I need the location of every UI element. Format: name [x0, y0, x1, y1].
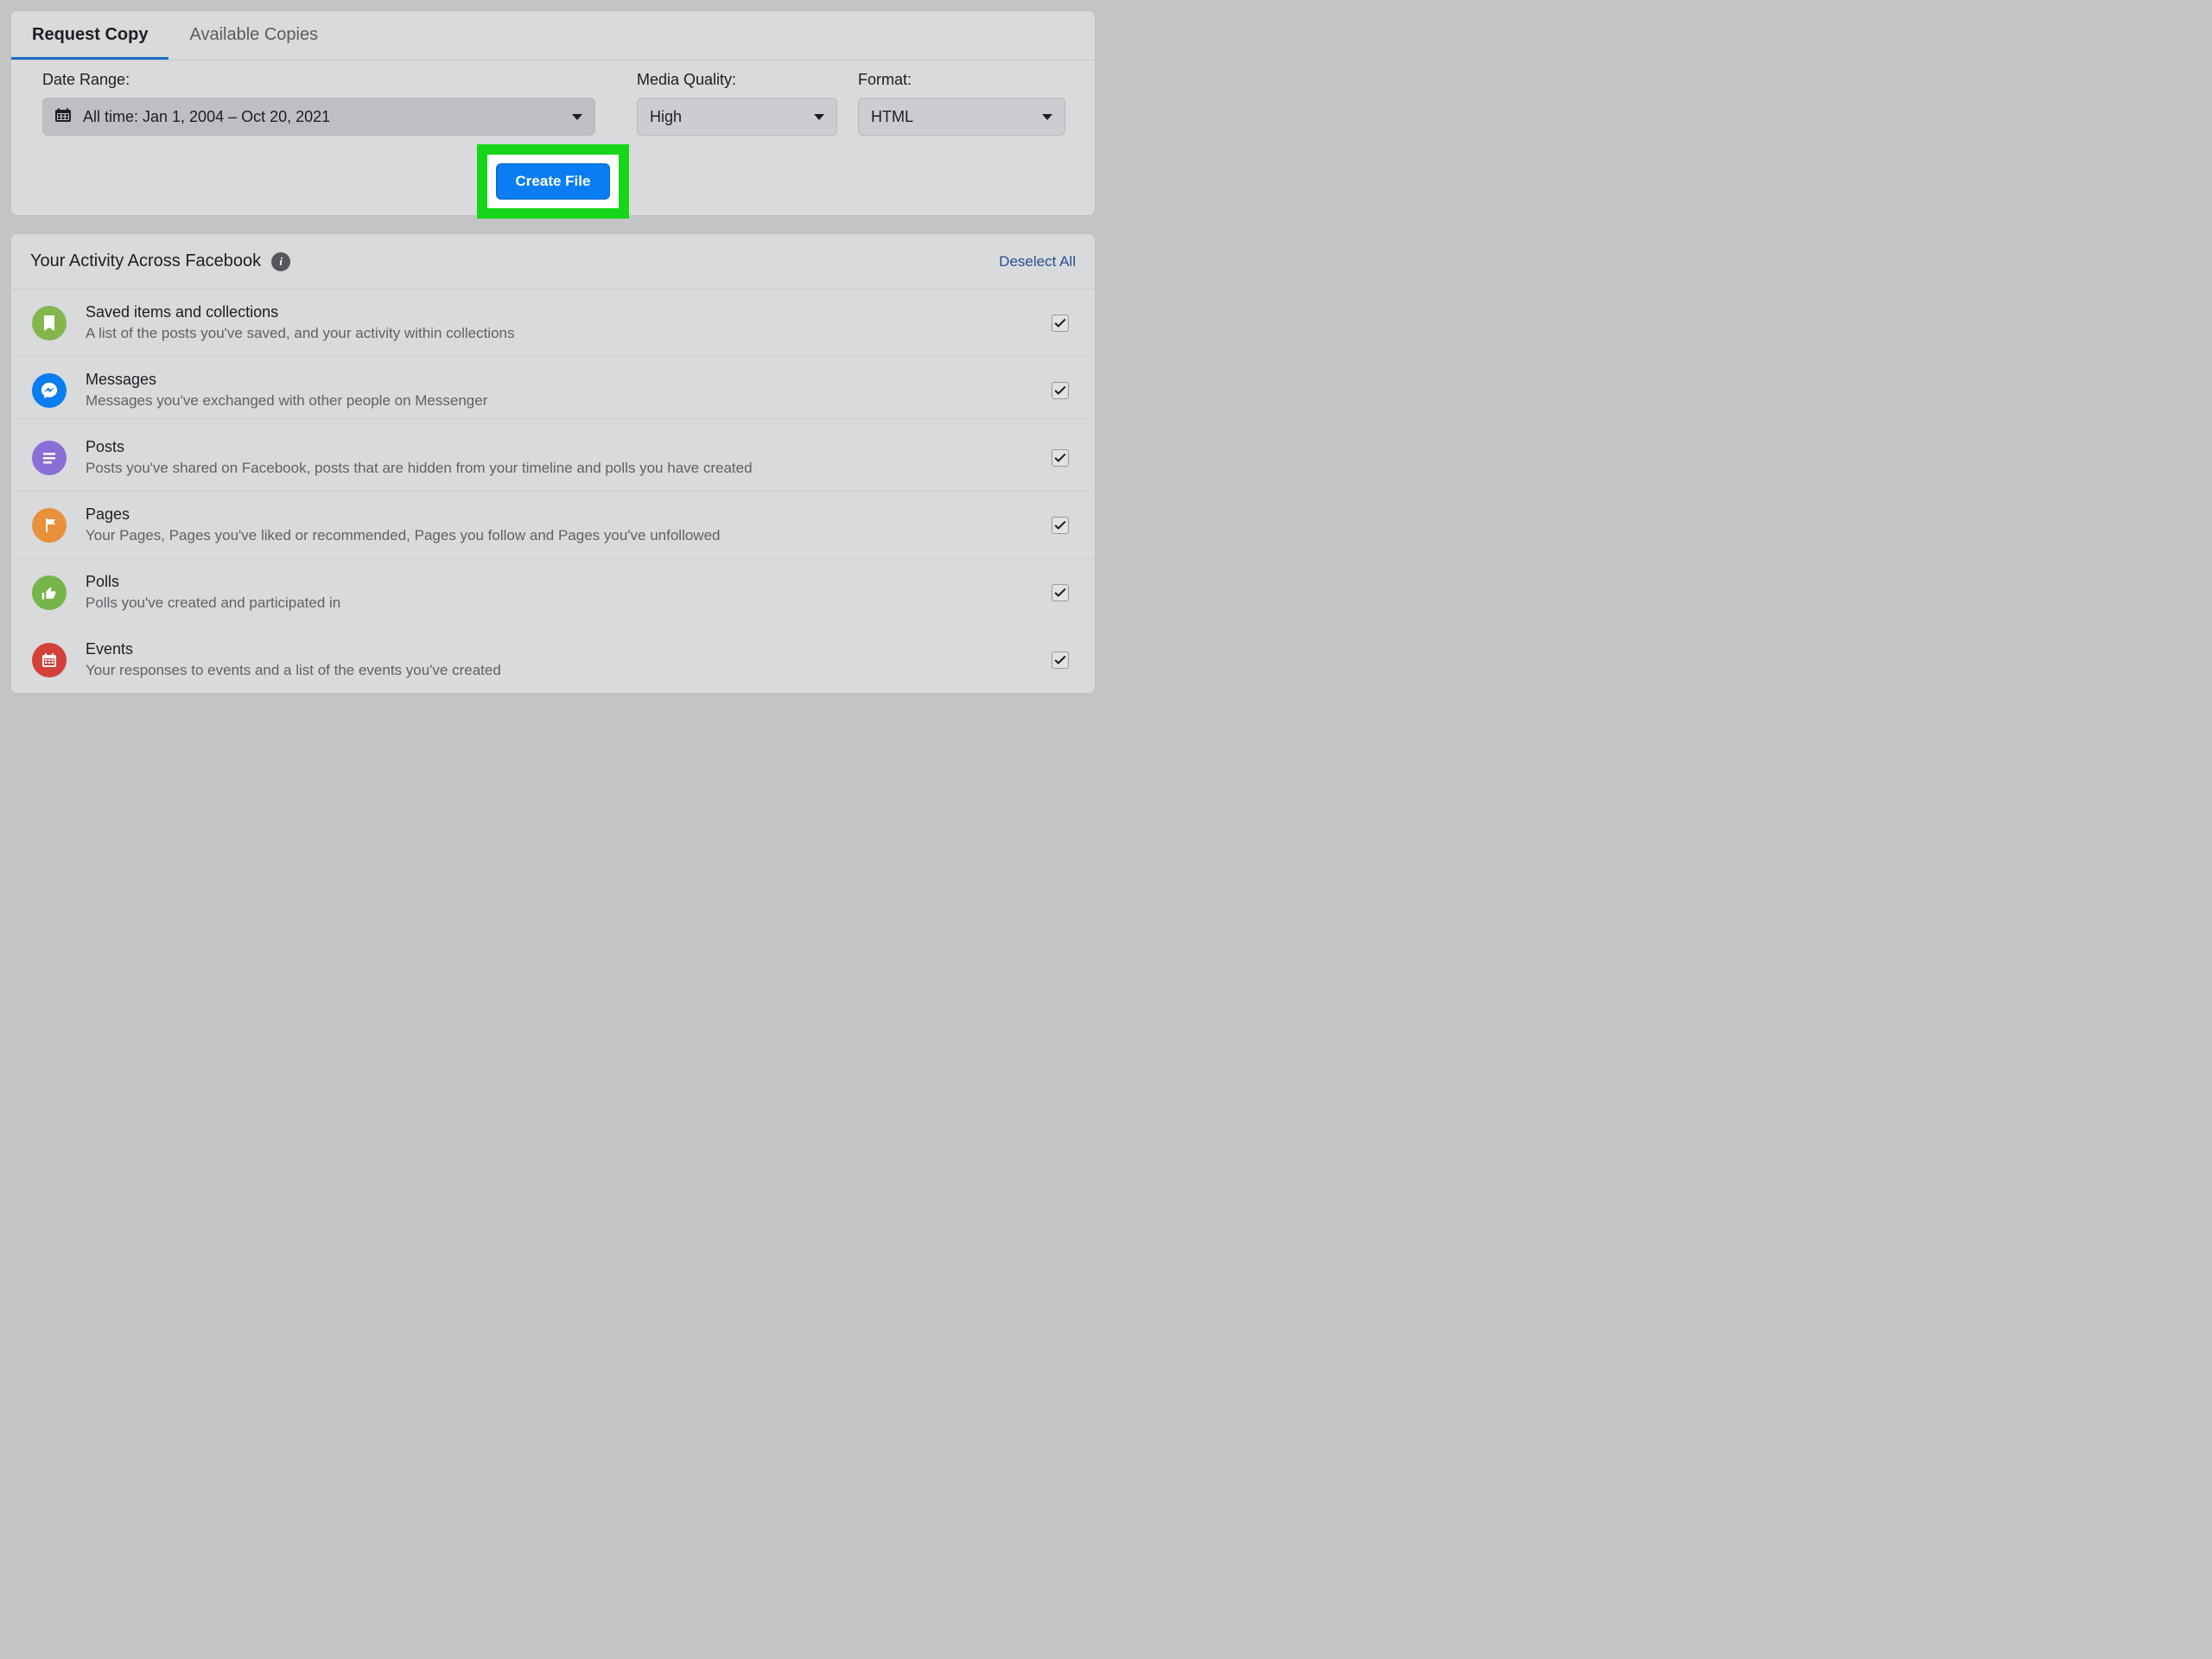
- item-checkbox[interactable]: [1052, 584, 1069, 601]
- create-file-button[interactable]: Create File: [496, 163, 611, 200]
- item-checkbox[interactable]: [1052, 449, 1069, 467]
- item-description: Messages you've exchanged with other peo…: [86, 392, 1033, 410]
- item-checkbox[interactable]: [1052, 315, 1069, 332]
- item-title: Events: [86, 640, 1033, 658]
- item-description: Polls you've created and participated in: [86, 594, 1033, 612]
- info-icon[interactable]: i: [271, 252, 290, 271]
- media-quality-value: High: [650, 108, 682, 126]
- item-title: Messages: [86, 371, 1033, 389]
- saved-icon: [32, 306, 67, 340]
- polls-icon: [32, 575, 67, 610]
- item-checkbox[interactable]: [1052, 652, 1069, 669]
- activity-item[interactable]: Polls Polls you've created and participat…: [11, 559, 1095, 626]
- msg-icon: [32, 373, 67, 408]
- date-range-value: All time: Jan 1, 2004 – Oct 20, 2021: [83, 108, 330, 126]
- date-range-label: Date Range:: [42, 71, 595, 89]
- item-description: Your Pages, Pages you've liked or recomm…: [86, 527, 1033, 544]
- media-quality-dropdown[interactable]: High: [637, 98, 837, 136]
- chevron-down-icon: [1042, 114, 1052, 120]
- activity-item[interactable]: Messages Messages you've exchanged with o…: [11, 357, 1095, 424]
- item-title: Saved items and collections: [86, 303, 1033, 321]
- tab-request-copy[interactable]: Request Copy: [11, 11, 168, 60]
- activity-item[interactable]: Saved items and collections A list of the…: [11, 289, 1095, 357]
- activity-panel: Your Activity Across Facebook i Deselect…: [10, 233, 1096, 694]
- activity-item[interactable]: Posts Posts you've shared on Facebook, po…: [11, 424, 1095, 492]
- events-icon: [32, 643, 67, 677]
- item-title: Posts: [86, 438, 1033, 456]
- activity-title: Your Activity Across Facebook: [30, 251, 261, 271]
- item-description: Your responses to events and a list of t…: [86, 662, 1033, 679]
- posts-icon: [32, 441, 67, 475]
- activity-item[interactable]: Events Your responses to events and a lis…: [11, 626, 1095, 693]
- deselect-all-link[interactable]: Deselect All: [999, 253, 1076, 270]
- format-dropdown[interactable]: HTML: [858, 98, 1065, 136]
- chevron-down-icon: [572, 114, 582, 120]
- media-quality-label: Media Quality:: [637, 71, 837, 89]
- activity-list: Saved items and collections A list of the…: [11, 289, 1095, 693]
- item-description: Posts you've shared on Facebook, posts t…: [86, 460, 1033, 477]
- item-checkbox[interactable]: [1052, 517, 1069, 534]
- date-range-dropdown[interactable]: All time: Jan 1, 2004 – Oct 20, 2021: [42, 98, 595, 136]
- chevron-down-icon: [814, 114, 824, 120]
- calendar-icon: [55, 108, 71, 126]
- pages-icon: [32, 508, 67, 543]
- format-label: Format:: [858, 71, 1065, 89]
- item-title: Pages: [86, 505, 1033, 524]
- options-panel: Request Copy Available Copies Date Range…: [10, 10, 1096, 216]
- highlight-box: Create File: [477, 144, 630, 219]
- item-checkbox[interactable]: [1052, 382, 1069, 399]
- item-title: Polls: [86, 573, 1033, 591]
- item-description: A list of the posts you've saved, and yo…: [86, 325, 1033, 342]
- activity-item[interactable]: Pages Your Pages, Pages you've liked or r…: [11, 492, 1095, 559]
- format-value: HTML: [871, 108, 913, 126]
- tabs: Request Copy Available Copies: [11, 11, 1095, 60]
- tab-available-copies[interactable]: Available Copies: [168, 11, 339, 60]
